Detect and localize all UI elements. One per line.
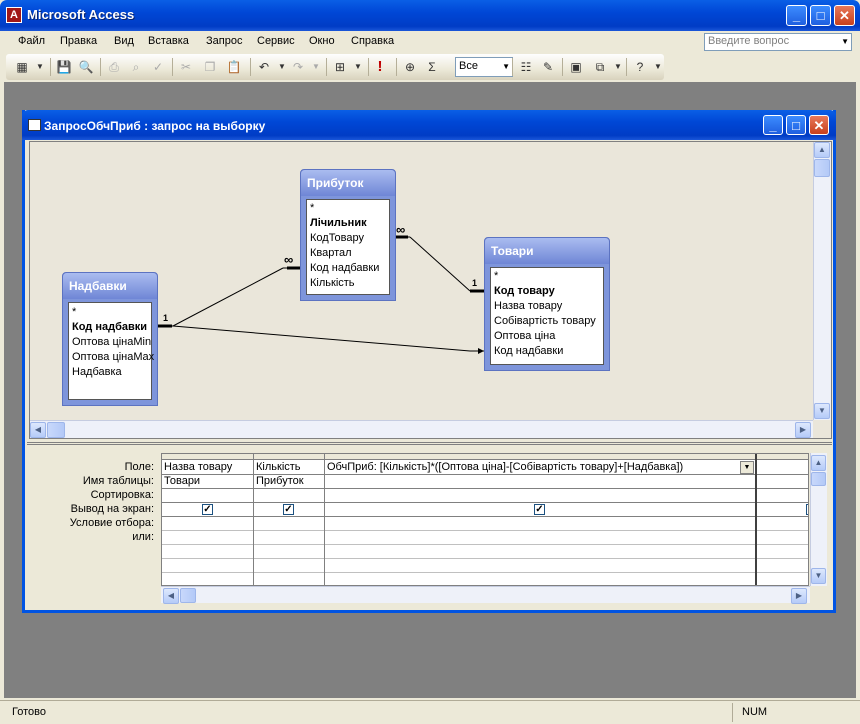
grid-table-cell[interactable]: Прибуток <box>256 475 322 487</box>
relation-many-label: ∞ <box>396 222 406 237</box>
pane-splitter[interactable] <box>27 442 832 445</box>
field-item[interactable]: Оптова ціна <box>494 330 555 342</box>
show-checkbox-icon[interactable] <box>806 504 808 515</box>
relation-one-label: 1 <box>163 313 169 323</box>
field-item[interactable]: Кількість <box>310 277 355 289</box>
grid-line <box>162 516 808 517</box>
scroll-right-icon[interactable]: ▶ <box>791 588 807 604</box>
table-prybutok[interactable]: Прибуток * Лічильник КодТовару Квартал К… <box>300 169 396 301</box>
grid-line <box>162 530 808 531</box>
field-item-key[interactable]: Код товару <box>494 285 555 297</box>
table-field-list[interactable]: * Код товару Назва товару Собівартість т… <box>490 267 604 365</box>
relation-many-label: ∞ <box>284 252 294 267</box>
grid-line <box>162 488 808 489</box>
show-checkbox-checked-icon[interactable]: ✓ <box>202 504 213 515</box>
grid-line <box>162 572 808 573</box>
field-item[interactable]: Надбавка <box>72 366 122 378</box>
grid-line <box>162 558 808 559</box>
status-separator <box>732 703 733 722</box>
column-selector-bar[interactable] <box>162 454 808 460</box>
field-item[interactable]: КодТовару <box>310 232 364 244</box>
field-item[interactable]: Собівартість товару <box>494 315 596 327</box>
grid-field-cell[interactable]: Кількість <box>256 461 322 473</box>
show-checkbox-checked-icon[interactable]: ✓ <box>534 504 545 515</box>
grid-horizontal-scrollbar[interactable]: ◀ ▶ <box>161 586 810 604</box>
table-field-list[interactable]: * Код надбавки Оптова цінаMin Оптова цін… <box>68 302 154 400</box>
grid-line <box>162 502 808 503</box>
scroll-left-icon[interactable]: ◀ <box>163 588 179 604</box>
relation-one-label: 1 <box>472 278 478 288</box>
table-nadbavky[interactable]: Надбавки * Код надбавки Оптова цінаMin О… <box>62 272 158 406</box>
scrollbar-thumb[interactable] <box>811 472 826 486</box>
field-item[interactable]: * <box>310 202 314 214</box>
field-item[interactable]: Код надбавки <box>494 345 563 357</box>
scroll-down-icon[interactable]: ▼ <box>811 568 826 584</box>
field-item[interactable]: Оптова цінаMax <box>72 351 154 363</box>
table-prybutok-title[interactable]: Прибуток <box>301 170 395 196</box>
field-item[interactable]: * <box>494 270 498 282</box>
num-lock-indicator: NUM <box>742 706 768 718</box>
grid-line <box>324 454 325 585</box>
row-label-show: Вывод на экран: <box>70 503 154 515</box>
table-tovary-title[interactable]: Товари <box>485 238 609 264</box>
scrollbar-thumb[interactable] <box>180 588 196 603</box>
grid-field-cell[interactable]: Назва товару <box>164 461 252 473</box>
status-bar: Готово NUM <box>0 700 860 724</box>
grid-line <box>162 544 808 545</box>
row-label-table: Имя таблицы: <box>82 475 154 487</box>
field-item[interactable]: Назва товару <box>494 300 562 312</box>
field-item-key[interactable]: Код надбавки <box>72 321 147 333</box>
row-label-sort: Сортировка: <box>90 489 154 501</box>
scroll-up-icon[interactable]: ▲ <box>811 455 826 471</box>
status-text: Готово <box>12 706 46 718</box>
table-nadbavky-title[interactable]: Надбавки <box>63 273 157 299</box>
row-label-field: Поле: <box>124 461 154 473</box>
table-tovary[interactable]: Товари * Код товару Назва товару Собівар… <box>484 237 610 371</box>
field-item[interactable]: * <box>72 306 76 318</box>
row-label-or: или: <box>132 531 154 543</box>
field-dropdown-icon[interactable]: ▼ <box>740 461 754 474</box>
field-item[interactable]: Код надбавки <box>310 262 379 274</box>
field-item[interactable]: Квартал <box>310 247 352 259</box>
grid-line <box>755 454 757 585</box>
field-item-key[interactable]: Лічильник <box>310 217 367 229</box>
grid-table-cell[interactable]: Товари <box>164 475 252 487</box>
show-checkbox-checked-icon[interactable]: ✓ <box>283 504 294 515</box>
row-label-criteria: Условие отбора: <box>69 517 154 529</box>
grid-line <box>253 454 254 585</box>
grid-expression-field-input[interactable]: ОбчПриб: [Кількість]*([Оптова ціна]-[Соб… <box>327 461 739 473</box>
table-field-list[interactable]: * Лічильник КодТовару Квартал Код надбав… <box>306 199 390 295</box>
field-item[interactable]: Оптова цінаMin <box>72 336 151 348</box>
grid-vertical-scrollbar[interactable]: ▲ ▼ <box>810 453 827 586</box>
qbe-grid[interactable]: Назва товару Товари ✓ Кількість Прибуток… <box>161 453 809 586</box>
